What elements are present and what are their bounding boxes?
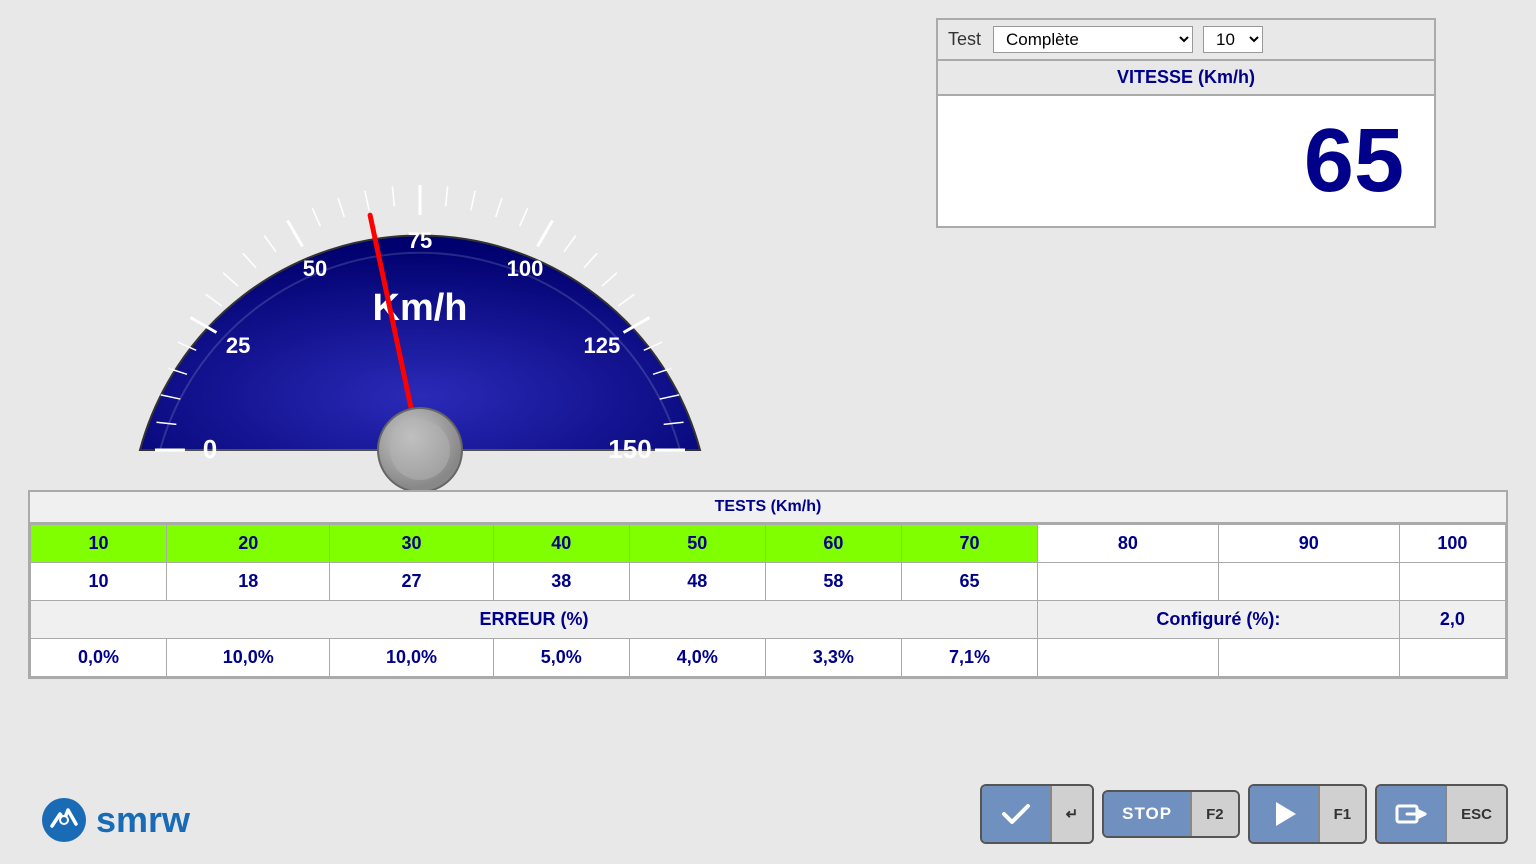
measured-cell: [1399, 563, 1505, 601]
error-label-cell: ERREUR (%): [31, 601, 1038, 639]
tests-table: 102030405060708090100 10182738485865ERREU…: [30, 524, 1506, 677]
header-cell: 40: [493, 525, 629, 563]
header-cell: 20: [167, 525, 330, 563]
stop-key[interactable]: F2: [1190, 792, 1238, 836]
confirm-key[interactable]: ↵: [1050, 786, 1093, 842]
confirm-btn-group: ↵: [980, 784, 1095, 844]
test-row: Test Complète 10: [938, 20, 1434, 61]
bottom-bar: ↵ STOP F2 F1 ESC: [980, 784, 1508, 844]
configured-label-cell: Configuré (%):: [1038, 601, 1400, 639]
vitesse-value-row: 65: [938, 96, 1434, 226]
header-cell: 60: [765, 525, 901, 563]
test-label: Test: [948, 29, 981, 50]
measured-cell: 10: [31, 563, 167, 601]
table-title-row: TESTS (Km/h): [30, 492, 1506, 524]
header-cell: 30: [330, 525, 493, 563]
logo-text: smrw: [96, 799, 190, 841]
stop-btn-group: STOP F2: [1102, 790, 1240, 838]
vitesse-label-row: VITESSE (Km/h): [938, 61, 1434, 96]
stop-button[interactable]: STOP: [1104, 792, 1190, 836]
svg-text:100: 100: [507, 256, 544, 281]
exit-btn-group: ESC: [1375, 784, 1508, 844]
measured-cell: [1038, 563, 1219, 601]
svg-text:150: 150: [608, 434, 651, 464]
error-cell: 7,1%: [901, 639, 1037, 677]
test-number-select[interactable]: 10: [1203, 26, 1263, 53]
test-mode-select[interactable]: Complète: [993, 26, 1193, 53]
vitesse-label: VITESSE (Km/h): [1117, 67, 1255, 87]
error-cell: 4,0%: [629, 639, 765, 677]
error-cell: 0,0%: [31, 639, 167, 677]
svg-text:25: 25: [226, 333, 250, 358]
top-panel: Test Complète 10 VITESSE (Km/h) 65: [936, 18, 1436, 228]
error-cell: [1038, 639, 1219, 677]
header-cell: 50: [629, 525, 765, 563]
measured-cell: 27: [330, 563, 493, 601]
error-cell: [1399, 639, 1505, 677]
tests-table-container: TESTS (Km/h) 102030405060708090100 101827…: [28, 490, 1508, 679]
svg-text:125: 125: [584, 333, 621, 358]
configured-value-cell: 2,0: [1399, 601, 1505, 639]
measured-cell: 18: [167, 563, 330, 601]
play-btn-group: F1: [1248, 784, 1368, 844]
vitesse-value: 65: [1304, 116, 1404, 206]
svg-text:0: 0: [203, 434, 217, 464]
header-cell: 100: [1399, 525, 1505, 563]
header-cell: 90: [1218, 525, 1399, 563]
exit-key[interactable]: ESC: [1445, 786, 1506, 842]
smrw-icon: [40, 796, 88, 844]
logo: smrw: [40, 796, 190, 844]
error-cell: 5,0%: [493, 639, 629, 677]
table-title: TESTS (Km/h): [715, 498, 822, 515]
play-key[interactable]: F1: [1318, 786, 1366, 842]
measured-cell: [1218, 563, 1399, 601]
svg-text:75: 75: [408, 228, 432, 253]
header-cell: 70: [901, 525, 1037, 563]
exit-button[interactable]: [1377, 786, 1445, 842]
header-cell: 80: [1038, 525, 1219, 563]
speedometer: 0255075100125150 Km/h: [80, 20, 760, 500]
confirm-button[interactable]: [982, 786, 1050, 842]
play-button[interactable]: [1250, 786, 1318, 842]
error-cell: 3,3%: [765, 639, 901, 677]
error-cell: 10,0%: [330, 639, 493, 677]
knob-inner: [390, 420, 450, 480]
svg-text:50: 50: [303, 256, 327, 281]
measured-cell: 58: [765, 563, 901, 601]
measured-cell: 48: [629, 563, 765, 601]
header-cell: 10: [31, 525, 167, 563]
error-cell: 10,0%: [167, 639, 330, 677]
measured-cell: 38: [493, 563, 629, 601]
error-cell: [1218, 639, 1399, 677]
measured-cell: 65: [901, 563, 1037, 601]
speedometer-svg: 0255075100125150 Km/h: [80, 20, 760, 500]
